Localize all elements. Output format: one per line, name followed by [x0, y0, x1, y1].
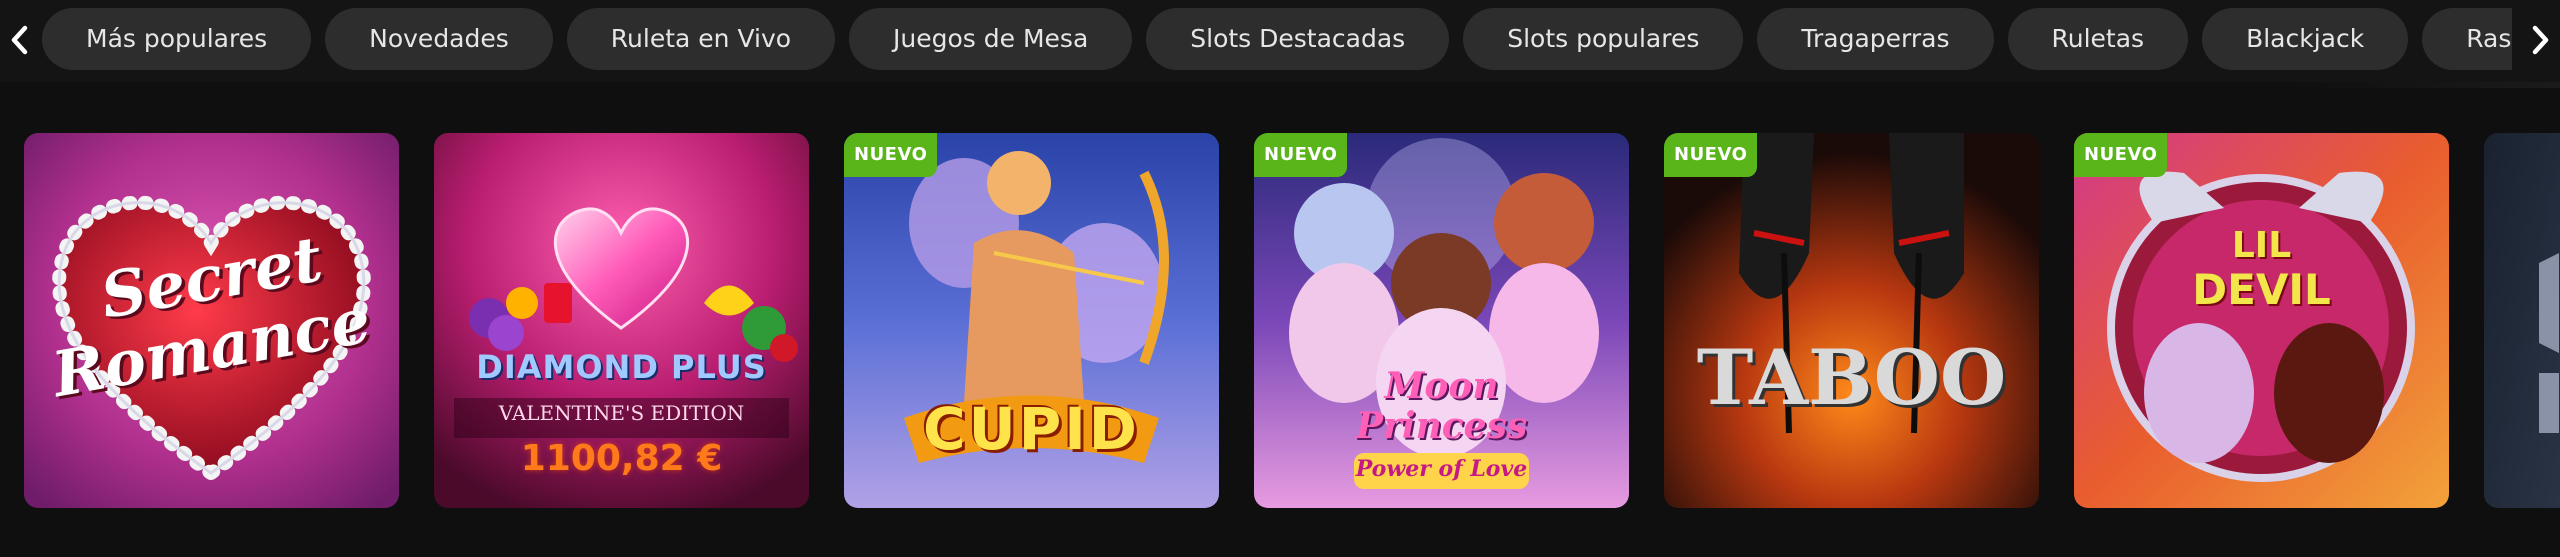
- category-bar: Más populares Novedades Ruleta en Vivo Jueg…: [0, 0, 2560, 82]
- scroll-left-button[interactable]: [0, 16, 40, 64]
- game-tile-diamond-plus[interactable]: DIAMOND PLUS VALENTINE'S EDITION 1100,82…: [434, 133, 809, 508]
- game-tile-cupid[interactable]: NUEVO CUPID: [844, 133, 1219, 508]
- game-tile-partial[interactable]: [2484, 133, 2560, 508]
- category-novedades[interactable]: Novedades: [325, 8, 553, 70]
- category-juegos-de-mesa[interactable]: Juegos de Mesa: [849, 8, 1133, 70]
- game-title-line2: DEVIL: [2192, 265, 2331, 314]
- game-thumbnail: [1254, 133, 1629, 508]
- new-badge: NUEVO: [1254, 133, 1348, 177]
- game-title-line1: DIAMOND PLUS: [476, 348, 767, 386]
- game-title-line2: VALENTINE'S EDITION: [498, 401, 745, 425]
- category-rasca-y-gana[interactable]: Rasca y Gana: [2422, 8, 2512, 70]
- new-badge: NUEVO: [844, 133, 938, 177]
- game-title: CUPID: [923, 395, 1140, 463]
- game-thumbnail: [2484, 133, 2560, 508]
- category-mas-populares[interactable]: Más populares: [42, 8, 312, 70]
- game-title: TABOO: [1696, 333, 2007, 422]
- game-tile-lil-devil[interactable]: NUEVO LIL DEVIL: [2074, 133, 2449, 508]
- game-title-line2: Princess: [1355, 405, 1528, 447]
- divider: [2290, 82, 2560, 88]
- game-tile-taboo[interactable]: NUEVO TABOO: [1664, 133, 2039, 508]
- category-ruleta-en-vivo[interactable]: Ruleta en Vivo: [566, 8, 836, 70]
- category-ruletas[interactable]: Ruletas: [2007, 8, 2189, 70]
- chevron-left-icon: [11, 25, 28, 55]
- category-blackjack[interactable]: Blackjack: [2202, 8, 2409, 70]
- game-tile-secret-romance[interactable]: Secret Romance: [24, 133, 399, 508]
- category-slots-populares[interactable]: Slots populares: [1463, 8, 1744, 70]
- game-grid: Secret Romance DIAMOND PLUS VALENTINE'S …: [0, 133, 2560, 509]
- new-badge: NUEVO: [2074, 133, 2168, 177]
- category-slots-destacadas[interactable]: Slots Destacadas: [1146, 8, 1450, 70]
- scroll-right-button[interactable]: [2520, 16, 2560, 64]
- game-tile-moon-princess[interactable]: NUEVO Moon Princess Power of Love: [1254, 133, 1629, 508]
- game-title-line3: Power of Love: [1355, 456, 1528, 482]
- new-badge: NUEVO: [1664, 133, 1758, 177]
- game-thumbnail: [2074, 133, 2449, 508]
- game-title-line1: LIL: [2231, 225, 2292, 266]
- category-list: Más populares Novedades Ruleta en Vivo Jueg…: [42, 8, 2512, 72]
- chevron-right-icon: [2532, 25, 2549, 55]
- jackpot-amount: 1100,82 €: [520, 438, 723, 479]
- game-thumbnail: [1664, 133, 2039, 508]
- category-tragaperras[interactable]: Tragaperras: [1757, 8, 1994, 70]
- game-title-line1: Moon: [1384, 365, 1499, 407]
